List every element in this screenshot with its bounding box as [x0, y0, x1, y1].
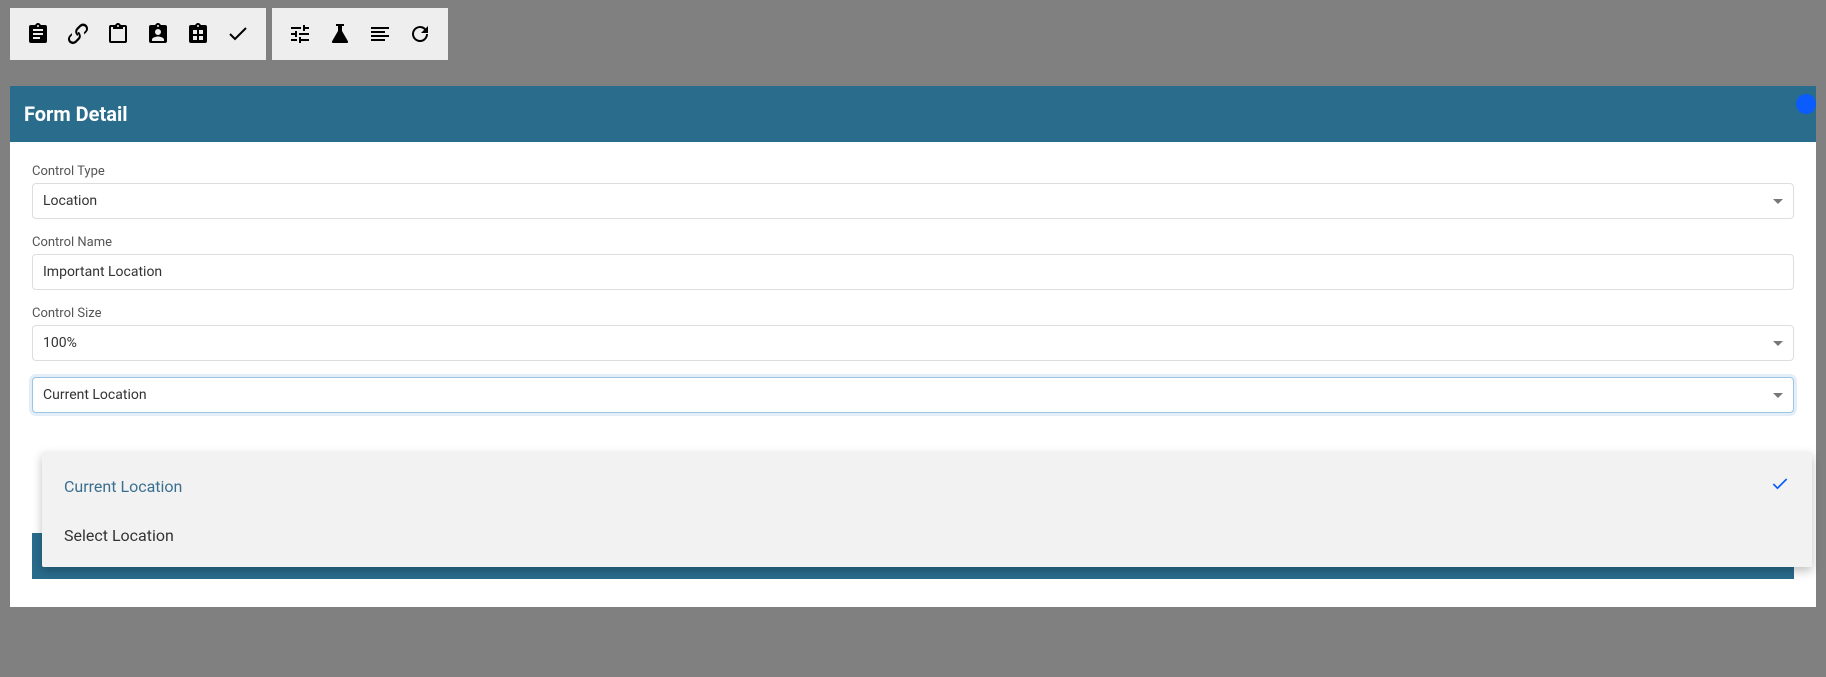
dropdown-item-label: Select Location: [64, 526, 174, 545]
control-size-value: 100%: [43, 335, 77, 351]
toolbar-group-2: [272, 8, 448, 60]
check-icon: [1770, 474, 1790, 498]
chevron-down-icon: [1773, 393, 1783, 398]
dropdown-item-label: Current Location: [64, 477, 182, 496]
dropdown-item-current-location[interactable]: Current Location: [42, 460, 1812, 512]
control-size-select[interactable]: 100%: [32, 325, 1794, 361]
clipboard-task-button[interactable]: [18, 14, 58, 54]
grid-add-icon: [186, 22, 210, 46]
clipboard-task-icon: [26, 22, 50, 46]
control-size-label: Control Size: [32, 306, 1794, 321]
panel-header: Form Detail: [10, 86, 1816, 142]
control-name-input[interactable]: Important Location: [32, 254, 1794, 290]
refresh-button[interactable]: [400, 14, 440, 54]
location-mode-value: Current Location: [43, 387, 147, 403]
dropdown-item-select-location[interactable]: Select Location: [42, 512, 1812, 559]
location-mode-dropdown: Current Location Select Location: [42, 452, 1812, 567]
check-icon: [226, 22, 250, 46]
link-icon: [66, 22, 90, 46]
tune-button[interactable]: [280, 14, 320, 54]
refresh-icon: [408, 22, 432, 46]
id-card-button[interactable]: [138, 14, 178, 54]
check-button[interactable]: [218, 14, 258, 54]
toolbar: [0, 0, 1826, 68]
toolbar-group-1: [10, 8, 266, 60]
control-name-value: Important Location: [43, 264, 162, 280]
flask-icon: [328, 22, 352, 46]
status-dot-icon: [1796, 94, 1816, 114]
control-type-value: Location: [43, 193, 97, 209]
panel-title: Form Detail: [24, 102, 128, 126]
flask-button[interactable]: [320, 14, 360, 54]
control-type-field: Control Type Location: [32, 164, 1794, 219]
id-card-icon: [146, 22, 170, 46]
list-icon: [368, 22, 392, 46]
list-button[interactable]: [360, 14, 400, 54]
link-button[interactable]: [58, 14, 98, 54]
clipboard-button[interactable]: [98, 14, 138, 54]
chevron-down-icon: [1773, 199, 1783, 204]
location-mode-field: Current Location: [32, 377, 1794, 413]
tune-icon: [288, 22, 312, 46]
location-mode-select[interactable]: Current Location: [32, 377, 1794, 413]
control-size-field: Control Size 100%: [32, 306, 1794, 361]
chevron-down-icon: [1773, 341, 1783, 346]
clipboard-icon: [106, 22, 130, 46]
control-name-label: Control Name: [32, 235, 1794, 250]
control-type-select[interactable]: Location: [32, 183, 1794, 219]
control-name-field: Control Name Important Location: [32, 235, 1794, 290]
grid-add-button[interactable]: [178, 14, 218, 54]
control-type-label: Control Type: [32, 164, 1794, 179]
